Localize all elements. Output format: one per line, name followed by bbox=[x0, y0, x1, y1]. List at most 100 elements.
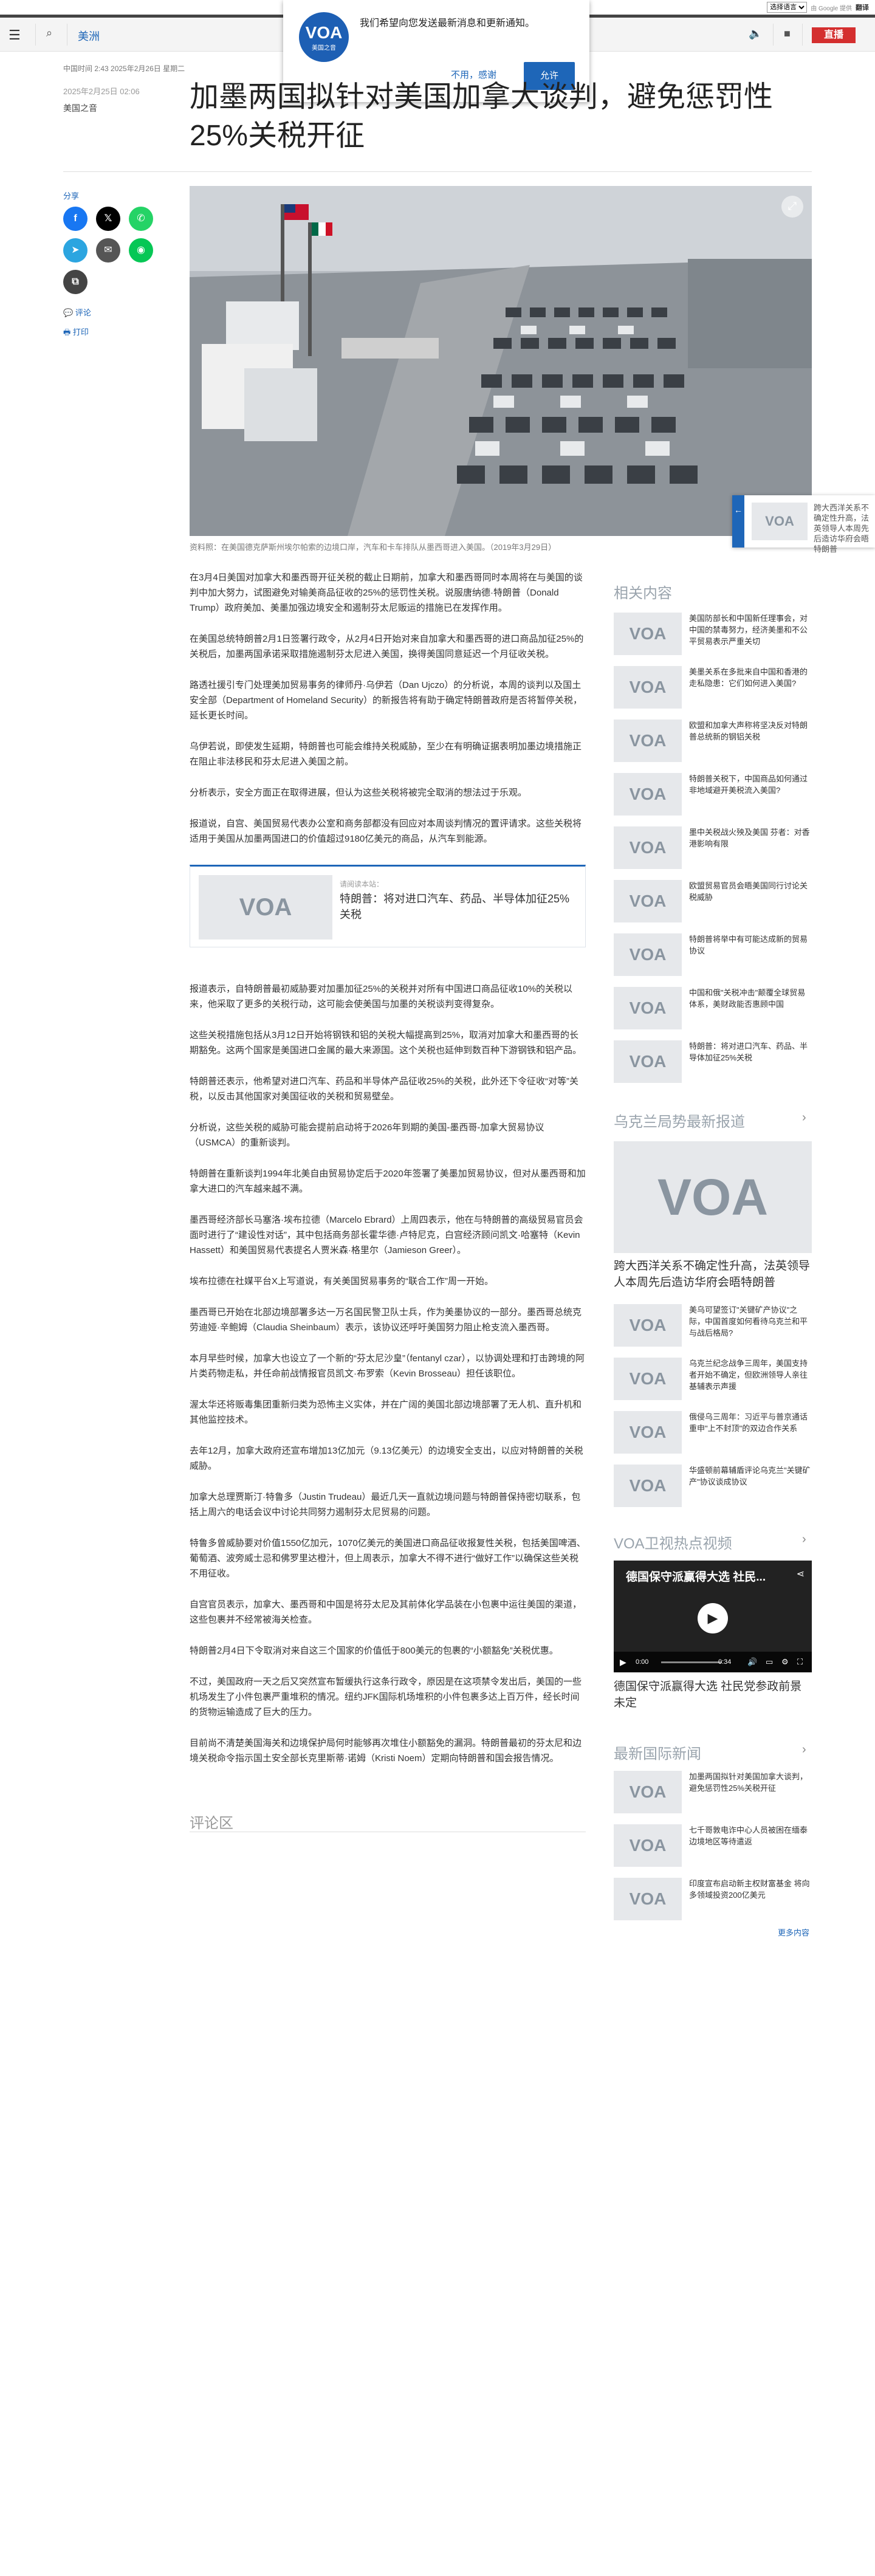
intl-item[interactable]: VOA 加墨两国拟针对美国加拿大谈判，避免惩罚性25%关税开征 bbox=[614, 1771, 812, 1813]
region-link[interactable]: 美洲 bbox=[78, 28, 100, 44]
x-twitter-icon[interactable]: 𝕏 bbox=[96, 207, 120, 231]
feature-thumbnail[interactable]: VOA bbox=[614, 1141, 812, 1253]
article-body: 在3月4日美国对加拿大和墨西哥开征关税的截止日期前，加拿大和墨西哥同时本周将在与… bbox=[190, 570, 586, 1782]
paragraph: 加拿大总理贾斯汀·特鲁多（Justin Trudeau）最近几天一直就边境问题与… bbox=[190, 1492, 581, 1517]
progress-bar[interactable] bbox=[661, 1661, 722, 1663]
header-divider bbox=[802, 24, 803, 46]
feature-title[interactable]: 跨大西洋关系不确定性升高，法英领导人本周先后造访华府会晤特朗普 bbox=[614, 1258, 812, 1291]
floating-story-title: 跨大西洋关系不确定性升高，法英领导人本周先后造访华府会晤特朗普 bbox=[814, 503, 870, 554]
related-item[interactable]: VOA 美国防部长和中国新任理事会，对中国的禁毒努力，经济美墨和不公平贸易表示严重… bbox=[614, 613, 812, 655]
related-item[interactable]: VOA 美墨关系在多批来自中国和香港的走私隐患：它们如何进入美国? bbox=[614, 666, 812, 709]
paragraph: 特朗普2月4日下令取消对来自这三个国家的价值低于800美元的包裹的“小额豁免”关… bbox=[190, 1646, 558, 1656]
volume-icon[interactable]: 🔊 bbox=[747, 1657, 757, 1667]
video-controls: ▶ 0:00 0:34 🔊 ▭ ⚙ ⛶ bbox=[614, 1652, 812, 1672]
related-item[interactable]: VOA 欧盟贸易官员会晤美国同行讨论关税威胁 bbox=[614, 880, 812, 922]
thumbnail-placeholder: VOA bbox=[199, 875, 332, 939]
related-item-title[interactable]: 欧盟贸易官员会晤美国同行讨论关税威胁 bbox=[689, 880, 812, 903]
play-icon[interactable]: ▶ bbox=[698, 1603, 728, 1633]
related-title[interactable]: 特朗普：将对进口汽车、药品、半导体加征25%关税 bbox=[340, 891, 571, 922]
captions-icon[interactable]: ▭ bbox=[766, 1657, 773, 1667]
related-item-title[interactable]: 欧盟和加拿大声称将坚决反对特朗普总统新的钢铝关税 bbox=[689, 720, 812, 743]
intl-item-title[interactable]: 印度宣布启动新主权财富基金 将向多领域投资200亿美元 bbox=[689, 1878, 812, 1901]
related-item-title[interactable]: 美国防部长和中国新任理事会，对中国的禁毒努力，经济美墨和不公平贸易表示严重关切 bbox=[689, 613, 812, 647]
related-item-title[interactable]: 特朗普：将对进口汽车、药品、半导体加征25%关税 bbox=[689, 1040, 812, 1063]
intl-heading[interactable]: 最新国际新闻 › bbox=[614, 1742, 806, 1763]
print-icon: 🖶 bbox=[63, 328, 71, 337]
line-icon[interactable]: ◉ bbox=[129, 238, 153, 263]
paragraph: 去年12月，加拿大政府还宣布增加13亿加元（9.13亿美元）的边境安全支出，以应… bbox=[190, 1446, 583, 1471]
share-icon[interactable]: ⋖ bbox=[797, 1568, 805, 1580]
video-heading[interactable]: VOA卫视热点视频 › bbox=[614, 1531, 806, 1553]
chevron-right-icon: › bbox=[802, 1743, 806, 1756]
comment-icon: 💬 bbox=[63, 308, 74, 317]
thumbnail-placeholder: VOA bbox=[614, 666, 682, 709]
facebook-icon[interactable]: f bbox=[63, 207, 88, 231]
hamburger-menu-icon[interactable]: ☰ bbox=[9, 27, 21, 43]
audio-icon[interactable]: 🔈 bbox=[749, 27, 762, 40]
settings-icon[interactable]: ⚙ bbox=[781, 1657, 789, 1667]
paragraph: 特鲁多曾威胁要对价值1550亿加元，1070亿美元的美国进口商品征收报复性关税，… bbox=[190, 1538, 586, 1579]
more-link[interactable]: 更多内容 bbox=[778, 1926, 809, 1938]
related-item[interactable]: VOA 欧盟和加拿大声称将坚决反对特朗普总统新的钢铝关税 bbox=[614, 720, 812, 762]
paragraph: 墨西哥经济部长马塞洛·埃布拉德（Marcelo Ebrard）上周四表示，他在与… bbox=[190, 1215, 583, 1255]
print-link[interactable]: 🖶 打印 bbox=[63, 326, 89, 340]
thumbnail-placeholder: VOA bbox=[614, 1771, 682, 1813]
floating-story-card[interactable]: ← VOA 跨大西洋关系不确定性升高，法英领导人本周先后造访华府会晤特朗普 bbox=[732, 495, 875, 554]
play-small-icon[interactable]: ▶ bbox=[620, 1657, 626, 1668]
related-item[interactable]: VOA 特朗普将举中有可能达成新的贸易协议 bbox=[614, 933, 812, 976]
related-item-title[interactable]: 特朗普关税下，中国商品如何通过非地域避开美税流入美国? bbox=[689, 773, 812, 796]
related-article-card[interactable]: VOA 请阅读本站： 特朗普：将对进口汽车、药品、半导体加征25%关税 bbox=[190, 865, 586, 947]
ukraine-item-title[interactable]: 美乌可望签订"关键矿产协议"之际，中国首度如何看待乌克兰和平与战后格局? bbox=[689, 1304, 812, 1339]
intl-item[interactable]: VOA 七千哥敦电诈中心人员被困在缅泰边境地区等待遣返 bbox=[614, 1824, 812, 1867]
intl-item-title[interactable]: 七千哥敦电诈中心人员被困在缅泰边境地区等待遣返 bbox=[689, 1824, 812, 1847]
language-select[interactable]: 选择语言 bbox=[767, 2, 808, 13]
paragraph: 不过，美国政府一天之后又突然宣布暂缓执行这条行政令，原因是在这项禁令发出后，美国… bbox=[190, 1677, 582, 1717]
whatsapp-icon[interactable]: ✆ bbox=[129, 207, 153, 231]
related-item[interactable]: VOA 特朗普关税下，中国商品如何通过非地域避开美税流入美国? bbox=[614, 773, 812, 816]
copy-link-icon[interactable]: ⧉ bbox=[63, 270, 88, 294]
intl-item[interactable]: VOA 印度宣布启动新主权财富基金 将向多领域投资200亿美元 bbox=[614, 1878, 812, 1920]
fullscreen-icon[interactable]: ⤢ bbox=[781, 196, 803, 218]
related-item-title[interactable]: 美墨关系在多批来自中国和香港的走私隐患：它们如何进入美国? bbox=[689, 666, 812, 689]
ukraine-item-title[interactable]: 俄侵乌三周年：习近平与普京通话 重申"上不封顶"的双边合作关系 bbox=[689, 1411, 812, 1434]
ukraine-item-title[interactable]: 华盛顿前幕辅盾评论乌克兰"关键矿产"协议谈成协议 bbox=[689, 1465, 812, 1488]
fullscreen-icon[interactable]: ⛶ bbox=[797, 1657, 803, 1667]
video-player[interactable]: 德国保守派赢得大选 社民... ⋖ ▶ ▶ 0:00 0:34 🔊 ▭ ⚙ ⛶ bbox=[614, 1561, 812, 1672]
video-caption[interactable]: 德国保守派赢得大选 社民党参政前景未定 bbox=[614, 1678, 812, 1711]
share-label: 分享 bbox=[63, 191, 80, 201]
arrow-left-icon[interactable]: ← bbox=[732, 495, 744, 548]
paragraph: 乌伊若说，即使发生延期，特朗普也可能会维持关税威胁，至少在有明确证据表明加墨边境… bbox=[190, 741, 582, 767]
header-divider bbox=[773, 24, 774, 46]
related-item-title[interactable]: 特朗普将举中有可能达成新的贸易协议 bbox=[689, 933, 812, 957]
paragraph: 路透社援引专门处理美加贸易事务的律师丹·乌伊若（Dan Ujczo）的分析说，本… bbox=[190, 680, 582, 721]
paragraph: 特朗普还表示，他希望对进口汽车、药品和半导体产品征收25%的关税，此外还下令征收… bbox=[190, 1076, 579, 1102]
thumbnail-placeholder: VOA bbox=[614, 720, 682, 762]
video-time: 0:00 bbox=[636, 1658, 649, 1666]
video-icon[interactable]: ■ bbox=[784, 27, 791, 40]
ukraine-item[interactable]: VOA 美乌可望签订"关键矿产协议"之际，中国首度如何看待乌克兰和平与战后格局? bbox=[614, 1304, 812, 1347]
translate-powered: 由 Google 提供 bbox=[811, 5, 852, 12]
related-item-title[interactable]: 墨中关税战火殃及美国 芬者：对香港影响有限 bbox=[689, 826, 812, 850]
ukraine-item[interactable]: VOA 俄侵乌三周年：习近平与普京通话 重申"上不封顶"的双边合作关系 bbox=[614, 1411, 812, 1454]
ukraine-item-title[interactable]: 乌克兰纪念战争三周年，美国支持者开始不确定，但欧洲领导人亲往基辅表示声援 bbox=[689, 1358, 812, 1392]
intl-item-title[interactable]: 加墨两国拟针对美国加拿大谈判，避免惩罚性25%关税开征 bbox=[689, 1771, 812, 1794]
ukraine-heading[interactable]: 乌克兰局势最新报道 › bbox=[614, 1110, 806, 1131]
article-title: 加墨两国拟针对美国加拿大谈判，避免惩罚性25%关税开征 bbox=[190, 81, 774, 152]
telegram-icon[interactable]: ➤ bbox=[63, 238, 88, 263]
live-button[interactable]: 直播 bbox=[812, 27, 856, 43]
search-icon[interactable]: ⌕ bbox=[46, 27, 52, 39]
related-item[interactable]: VOA 中国和俄"关税冲击"颠覆全球贸易体系，美财政能否惠顾中国 bbox=[614, 987, 812, 1029]
ukraine-item[interactable]: VOA 华盛顿前幕辅盾评论乌克兰"关键矿产"协议谈成协议 bbox=[614, 1465, 812, 1507]
comment-link[interactable]: 💬 评论 bbox=[63, 306, 91, 318]
paragraph: 在美国总统特朗普2月1日签署行政令，从2月4日开始对来自加拿大和墨西哥的进口商品… bbox=[190, 634, 584, 659]
hero-image[interactable] bbox=[190, 186, 812, 536]
related-heading: 相关内容 bbox=[614, 585, 672, 602]
publish-date: 2025年2月25日 02:06 bbox=[63, 87, 140, 96]
related-item[interactable]: VOA 特朗普：将对进口汽车、药品、半导体加征25%关税 bbox=[614, 1040, 812, 1083]
translate-link[interactable]: 翻译 bbox=[856, 2, 869, 12]
related-item-title[interactable]: 中国和俄"关税冲击"颠覆全球贸易体系，美财政能否惠顾中国 bbox=[689, 987, 812, 1010]
ukraine-item[interactable]: VOA 乌克兰纪念战争三周年，美国支持者开始不确定，但欧洲领导人亲往基辅表示声援 bbox=[614, 1358, 812, 1400]
related-item[interactable]: VOA 墨中关税战火殃及美国 芬者：对香港影响有限 bbox=[614, 826, 812, 869]
paragraph: 自宫官员表示，加拿大、墨西哥和中国是将芬太尼及其前体化学品装在小包裹中运往美国的… bbox=[190, 1599, 582, 1625]
email-icon[interactable]: ✉ bbox=[96, 238, 120, 263]
